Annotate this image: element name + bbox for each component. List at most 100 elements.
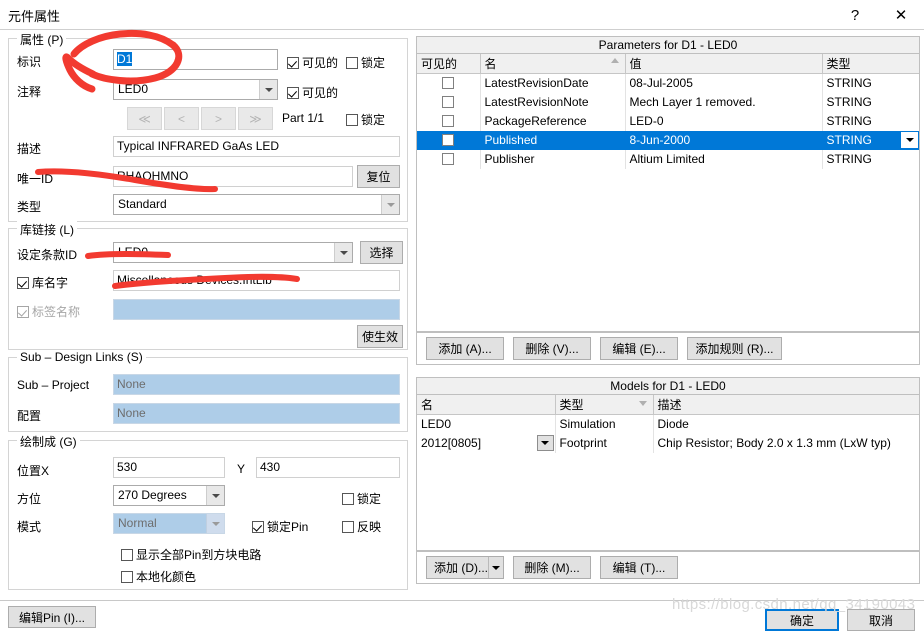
models-remove-button[interactable]: 删除 (M)... (513, 556, 591, 579)
model-description-cell[interactable]: Diode (653, 415, 919, 434)
orientation-value: 270 Degrees (118, 488, 187, 502)
type-combo[interactable]: Standard (113, 194, 400, 215)
table-row[interactable]: 2012[0805] Footprint Chip Resistor; Body 2… (417, 433, 919, 453)
checkbox-box[interactable] (442, 134, 455, 146)
local-colors-checkbox[interactable]: 本地化颜色 (121, 568, 196, 585)
parameters-col-type[interactable]: 类型 (822, 54, 919, 74)
parameters-col-name[interactable]: 名 (480, 54, 626, 74)
chevron-down-icon[interactable] (259, 80, 277, 99)
model-type-cell[interactable]: Footprint (555, 433, 654, 453)
checkbox-box (287, 56, 299, 69)
parameters-col-visible[interactable]: 可见的 (417, 54, 481, 74)
parameter-visible-cell[interactable] (417, 149, 481, 169)
table-row[interactable]: PackageReference LED-0 STRING (417, 111, 919, 131)
models-col-type[interactable]: 类型 (555, 395, 654, 415)
parameters-col-value[interactable]: 值 (625, 54, 823, 74)
unique-id-reset-button[interactable]: 复位 (357, 165, 400, 188)
library-name-checkbox[interactable]: 库名字 (17, 274, 68, 291)
parameter-visible-cell[interactable] (417, 130, 481, 150)
show-all-pins-checkbox[interactable]: 显示全部Pin到方块电路 (121, 546, 261, 563)
checkbox-box[interactable] (442, 96, 455, 108)
table-row[interactable]: LED0 Simulation Diode (417, 414, 919, 434)
checkbox-box[interactable] (442, 153, 455, 165)
designator-locked-checkbox[interactable]: 锁定 (346, 54, 385, 71)
parameters-edit-button[interactable]: 编辑 (E)... (600, 337, 678, 360)
parameter-name-cell[interactable]: Published (480, 130, 626, 150)
table-row[interactable]: LatestRevisionNote Mech Layer 1 removed. S… (417, 92, 919, 112)
design-item-id-combo[interactable]: LED0 (113, 242, 353, 263)
models-add-button[interactable]: 添加 (D)... (426, 556, 504, 579)
parameters-remove-button[interactable]: 删除 (V)... (513, 337, 591, 360)
parameter-type-cell[interactable]: STRING (822, 74, 919, 93)
parameter-type-cell[interactable]: STRING (822, 130, 919, 150)
parameters-add-rule-button[interactable]: 添加规则 (R)... (687, 337, 782, 360)
parameters-table[interactable]: 可见的 名 值 类型 LatestRevisionDate 08-Jul-2005… (417, 54, 919, 169)
parameter-value-cell[interactable]: Altium Limited (625, 149, 823, 169)
chevron-down-icon[interactable] (488, 557, 503, 578)
designator-visible-checkbox[interactable]: 可见的 (287, 54, 338, 71)
chevron-down-icon[interactable] (206, 486, 224, 505)
parameter-value-cell[interactable]: LED-0 (625, 111, 823, 131)
parameter-visible-cell[interactable] (417, 92, 481, 112)
comment-visible-checkbox[interactable]: 可见的 (287, 84, 338, 101)
chevron-down-icon[interactable] (901, 131, 918, 148)
description-input[interactable]: Typical INFRARED GaAs LED (113, 136, 400, 157)
chevron-down-icon[interactable] (381, 195, 399, 214)
checkbox-box[interactable] (442, 115, 455, 127)
comment-combo[interactable]: LED0 (113, 79, 278, 100)
parameter-type-cell[interactable]: STRING (822, 112, 919, 131)
unique-id-input[interactable]: RHAOHMNO (113, 166, 353, 187)
part-locked-label: 锁定 (361, 113, 386, 127)
part-next-button[interactable]: > (201, 107, 236, 130)
parameters-add-button[interactable]: 添加 (A)... (426, 337, 504, 360)
model-name-cell[interactable]: 2012[0805] (417, 433, 556, 453)
orientation-combo[interactable]: 270 Degrees (113, 485, 225, 506)
model-name-cell[interactable]: LED0 (417, 414, 556, 434)
chevron-down-icon[interactable] (334, 243, 352, 262)
parameter-name-cell[interactable]: LatestRevisionNote (480, 92, 626, 112)
parameter-name-cell[interactable]: LatestRevisionDate (480, 73, 626, 93)
part-prev-button[interactable]: < (164, 107, 199, 130)
library-name-label: 库名字 (32, 276, 69, 290)
mirrored-checkbox[interactable]: 反映 (342, 518, 381, 535)
checkbox-box (252, 520, 264, 533)
parameter-visible-cell[interactable] (417, 73, 481, 93)
help-button[interactable]: ? (832, 0, 878, 30)
model-description-cell[interactable]: Chip Resistor; Body 2.0 x 1.3 mm (LxW ty… (653, 434, 919, 453)
models-table[interactable]: 名 类型 描述 LED0 Simulation Diode 2012[0805] Foo… (417, 395, 919, 453)
location-y-input[interactable]: 430 (256, 457, 400, 478)
part-first-button[interactable]: ≪ (127, 107, 162, 130)
pins-locked-checkbox[interactable]: 锁定Pin (252, 518, 308, 535)
parameter-type-cell[interactable]: STRING (822, 150, 919, 169)
table-row[interactable]: LatestRevisionDate 08-Jul-2005 STRING (417, 73, 919, 93)
parameter-name-cell[interactable]: Publisher (480, 149, 626, 169)
mirrored-label: 反映 (357, 520, 382, 534)
locked-checkbox[interactable]: 锁定 (342, 490, 381, 507)
table-row[interactable]: Published 8-Jun-2000 STRING (417, 130, 919, 150)
designator-input[interactable]: D1 (113, 49, 278, 70)
models-col-name[interactable]: 名 (417, 395, 556, 415)
parameter-value-cell[interactable]: 08-Jul-2005 (625, 73, 823, 93)
checkbox-box (342, 520, 354, 533)
models-edit-button[interactable]: 编辑 (T)... (600, 556, 678, 579)
location-x-input[interactable]: 530 (113, 457, 225, 478)
parameter-name-cell[interactable]: PackageReference (480, 111, 626, 131)
checkbox-box[interactable] (442, 77, 455, 90)
library-name-input[interactable]: Miscellaneous Devices.IntLib (113, 270, 400, 291)
validate-button[interactable]: 使生效 (357, 325, 403, 348)
parameter-type-cell[interactable]: STRING (822, 93, 919, 112)
parameter-value-cell[interactable]: 8-Jun-2000 (625, 130, 823, 150)
parameter-value-cell[interactable]: Mech Layer 1 removed. (625, 92, 823, 112)
comment-visible-label: 可见的 (302, 86, 339, 100)
close-button[interactable]: ✕ (878, 0, 924, 30)
part-last-button[interactable]: ≫ (238, 107, 273, 130)
table-row[interactable]: Publisher Altium Limited STRING (417, 149, 919, 169)
edit-pins-button[interactable]: 编辑Pin (I)... (8, 606, 96, 628)
chevron-down-icon[interactable] (536, 434, 554, 451)
choose-button[interactable]: 选择 (360, 241, 403, 264)
model-type-cell[interactable]: Simulation (555, 414, 654, 434)
design-item-id-label: 设定条款ID (17, 248, 78, 262)
parameter-visible-cell[interactable] (417, 111, 481, 131)
part-locked-checkbox[interactable]: 锁定 (346, 111, 385, 128)
models-col-description[interactable]: 描述 (653, 395, 919, 415)
